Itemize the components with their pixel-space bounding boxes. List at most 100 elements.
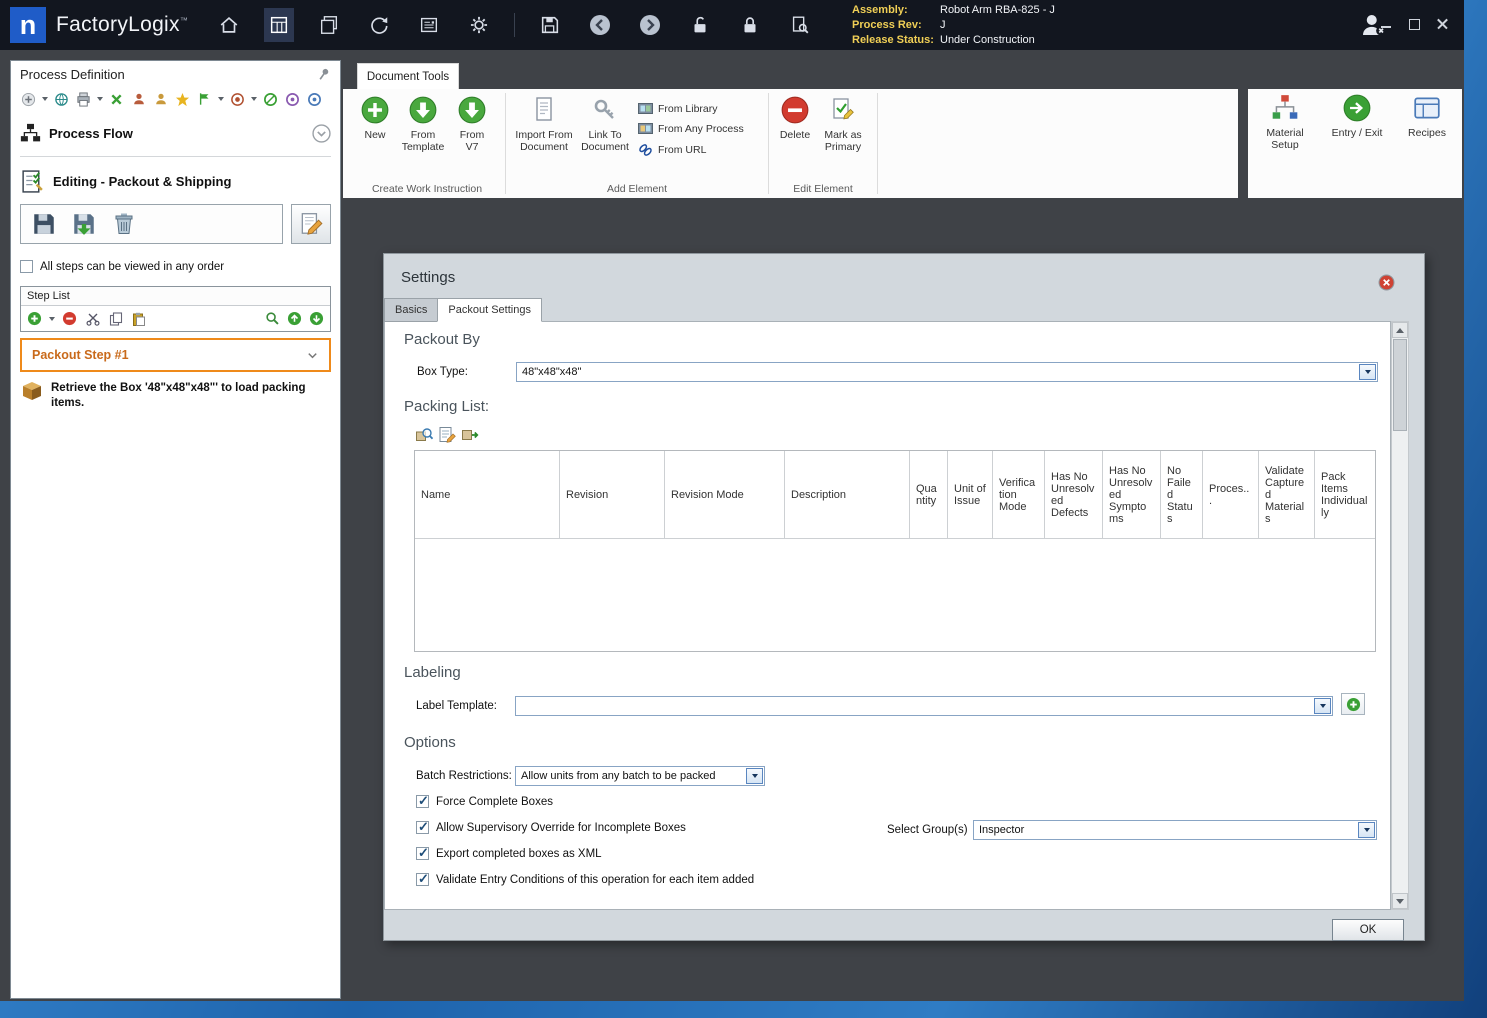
move-step-up-icon[interactable]: [286, 310, 303, 327]
remove-step-icon[interactable]: [61, 310, 78, 327]
column-header-unit-of-issue[interactable]: Unit of Issue: [948, 451, 993, 539]
import-step-button[interactable]: [69, 209, 99, 239]
sync-icon[interactable]: [364, 8, 394, 42]
all-steps-any-order-checkbox[interactable]: [20, 260, 33, 273]
scroll-down-button[interactable]: [1392, 893, 1408, 909]
column-header-pack-items-individually[interactable]: Pack Items Individually: [1315, 451, 1375, 539]
ok-button[interactable]: OK: [1332, 919, 1404, 941]
web-icon[interactable]: [53, 91, 70, 108]
dialog-scrollbar[interactable]: [1391, 321, 1409, 910]
target-icon[interactable]: [229, 91, 246, 108]
column-header-process[interactable]: Proces...: [1203, 451, 1259, 539]
add-circle-icon[interactable]: [20, 91, 37, 108]
move-step-down-icon[interactable]: [308, 310, 325, 327]
home-icon[interactable]: [214, 8, 244, 42]
scroll-up-button[interactable]: [1392, 322, 1408, 338]
packing-list-empty-area[interactable]: [415, 539, 1375, 651]
edit-work-instruction-button[interactable]: [291, 204, 331, 244]
dropdown-caret-icon[interactable]: [218, 97, 224, 101]
select-groups-combobox[interactable]: Inspector: [973, 820, 1377, 840]
lock-icon[interactable]: [735, 8, 765, 42]
delete-x-icon[interactable]: [108, 91, 125, 108]
new-work-instruction-button[interactable]: New: [355, 93, 395, 143]
add-label-template-button[interactable]: [1341, 693, 1365, 715]
validate-entry-conditions-checkbox[interactable]: [416, 871, 429, 887]
add-step-caret-icon[interactable]: [49, 316, 55, 321]
column-header-quantity[interactable]: Quantity: [910, 451, 948, 539]
copy-icon[interactable]: [107, 310, 124, 327]
from-any-process-button[interactable]: From Any Process: [638, 122, 744, 135]
dialog-close-button[interactable]: [1378, 274, 1395, 291]
from-url-button[interactable]: From URL: [638, 142, 744, 157]
tab-document-tools[interactable]: Document Tools: [357, 63, 459, 90]
delete-step-button[interactable]: [109, 209, 139, 239]
combobox-arrow-icon[interactable]: [1358, 822, 1375, 838]
column-header-validate-captured-materials[interactable]: Validate Captured Materials: [1259, 451, 1315, 539]
dropdown-caret-icon[interactable]: [97, 97, 103, 101]
dropdown-caret-icon[interactable]: [251, 97, 257, 101]
collapse-circle-icon[interactable]: [312, 124, 331, 143]
news-icon[interactable]: [414, 8, 444, 42]
recipes-button[interactable]: Recipes: [1400, 91, 1454, 198]
step-expand-chevron-icon[interactable]: [306, 349, 319, 362]
entry-exit-button[interactable]: Entry / Exit: [1328, 91, 1386, 198]
close-window-button[interactable]: [1436, 18, 1448, 30]
mark-as-primary-button[interactable]: Mark as Primary: [815, 93, 871, 156]
minimize-button[interactable]: [1380, 18, 1392, 30]
process-flow-row[interactable]: Process Flow: [20, 123, 331, 144]
link-to-document-button[interactable]: Link To Document: [576, 93, 634, 156]
star-icon[interactable]: [174, 91, 191, 108]
edit-list-icon[interactable]: [437, 425, 456, 444]
export-boxes-as-xml-checkbox[interactable]: [416, 845, 429, 861]
column-header-has-no-unresolved-symptoms[interactable]: Has No Unresolved Symptoms: [1103, 451, 1161, 539]
column-header-has-no-unresolved-defects[interactable]: Has No Unresolved Defects: [1045, 451, 1103, 539]
from-template-button[interactable]: From Template: [395, 93, 451, 156]
column-header-description[interactable]: Description: [785, 451, 910, 539]
box-type-combobox[interactable]: 48"x48"x48": [516, 362, 1378, 382]
process-definition-icon[interactable]: [264, 8, 295, 42]
combobox-arrow-icon[interactable]: [1314, 698, 1331, 714]
step-instruction-item[interactable]: Retrieve the Box '48"x48"x48"' to load p…: [20, 381, 331, 411]
settings-gear-icon[interactable]: [464, 8, 494, 42]
print-icon[interactable]: [75, 91, 92, 108]
tab-basics[interactable]: Basics: [384, 298, 438, 322]
selected-step-packout-step-1[interactable]: Packout Step #1: [20, 338, 331, 372]
from-v7-button[interactable]: From V7: [451, 93, 493, 156]
import-from-document-button[interactable]: Import From Document: [512, 93, 576, 156]
column-header-revision[interactable]: Revision: [560, 451, 665, 539]
combobox-arrow-icon[interactable]: [746, 768, 763, 784]
column-header-revision-mode[interactable]: Revision Mode: [665, 451, 785, 539]
status-green-icon[interactable]: [262, 91, 279, 108]
save-step-button[interactable]: [29, 209, 59, 239]
status-blue-icon[interactable]: [306, 91, 323, 108]
export-material-icon[interactable]: [460, 425, 479, 444]
delete-element-button[interactable]: Delete: [775, 93, 815, 143]
column-header-name[interactable]: Name: [415, 451, 560, 539]
force-complete-boxes-checkbox[interactable]: [416, 793, 429, 809]
allow-supervisory-override-checkbox[interactable]: [416, 819, 429, 835]
combobox-arrow-icon[interactable]: [1359, 364, 1376, 380]
label-template-combobox[interactable]: [515, 696, 1333, 716]
find-material-icon[interactable]: [414, 425, 433, 444]
cut-icon[interactable]: [84, 310, 101, 327]
column-header-no-failed-status[interactable]: No Failed Status: [1161, 451, 1203, 539]
material-setup-button[interactable]: Material Setup: [1256, 91, 1314, 198]
status-purple-icon[interactable]: [284, 91, 301, 108]
pin-icon[interactable]: [316, 67, 331, 82]
person-red-icon[interactable]: [130, 91, 147, 108]
documents-stack-icon[interactable]: [314, 8, 344, 42]
scrollbar-thumb[interactable]: [1393, 339, 1407, 431]
person-tan-icon[interactable]: [152, 91, 169, 108]
save-icon[interactable]: [535, 8, 565, 42]
find-step-icon[interactable]: [264, 310, 281, 327]
flag-icon[interactable]: [196, 91, 213, 108]
unlock-icon[interactable]: [685, 8, 715, 42]
from-library-button[interactable]: From Library: [638, 102, 744, 115]
dropdown-caret-icon[interactable]: [42, 97, 48, 101]
tab-packout-settings[interactable]: Packout Settings: [437, 298, 542, 322]
batch-restrictions-combobox[interactable]: Allow units from any batch to be packed: [515, 766, 765, 786]
column-header-verification-mode[interactable]: Verification Mode: [993, 451, 1045, 539]
forward-icon[interactable]: [635, 8, 665, 42]
add-step-icon[interactable]: [26, 310, 43, 327]
paste-icon[interactable]: [130, 310, 147, 327]
